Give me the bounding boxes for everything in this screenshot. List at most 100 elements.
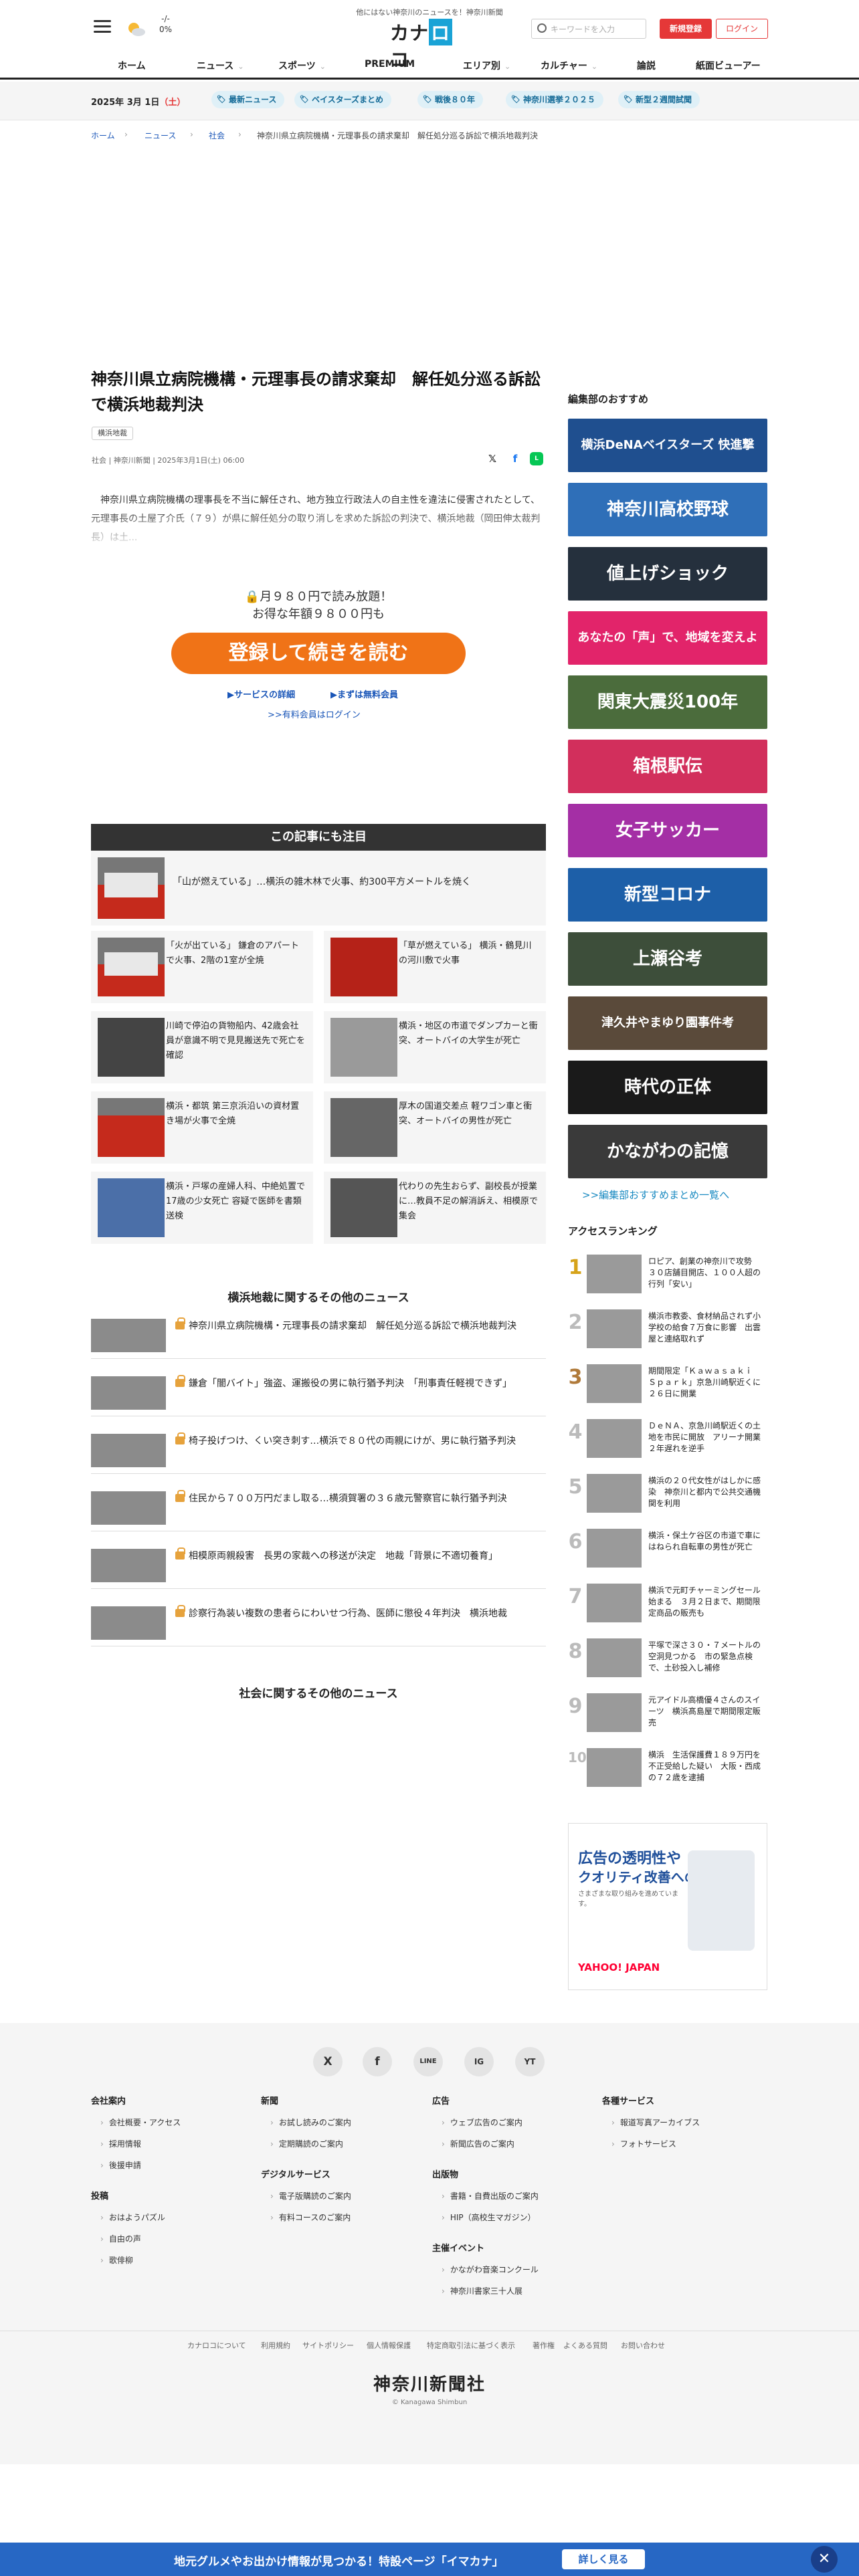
footer-link[interactable]: 電子版購読のご案内: [270, 2190, 351, 2202]
register-button[interactable]: 新規登録: [660, 19, 712, 39]
login-button[interactable]: ログイン: [716, 19, 768, 39]
footer-link[interactable]: 採用情報: [100, 2138, 141, 2149]
footer-link[interactable]: 新聞広告のご案内: [442, 2138, 514, 2149]
news-row[interactable]: 診察行為装い複数の患者らにわいせつ行為、医師に懲役４年判決 横浜地裁: [91, 1600, 546, 1646]
footer-link[interactable]: 定期購読のご案内: [270, 2138, 343, 2149]
x-share-icon[interactable]: 𝕏: [486, 452, 499, 465]
news-row[interactable]: 椅子投げつけ、くい突き刺す…横浜で８０代の両親にけが、男に執行猶予判決: [91, 1427, 546, 1474]
footer-link[interactable]: 神奈川書家三十人展: [442, 2285, 522, 2296]
service-detail-link[interactable]: ▶サービスの詳細: [227, 687, 295, 700]
facebook-share-icon[interactable]: f: [508, 452, 522, 465]
line-icon[interactable]: LINE: [413, 2047, 443, 2076]
ranking-item[interactable]: 1 ロピア、創業の神奈川で攻勢 ３０店舗目開店、１００人超の行列「安い」: [568, 1252, 767, 1300]
ranking-item[interactable]: 6 横浜・保土ケ谷区の市道で車にはねられ自転車の男性が死亡: [568, 1526, 767, 1574]
ranking-item[interactable]: 4 ＤｅＮＡ、京急川崎駅近くの土地を市民に開放 アリーナ開業２年遅れを逆手: [568, 1416, 767, 1465]
topic-pill[interactable]: ベイスターズまとめ: [294, 91, 392, 108]
editor-pick-banner[interactable]: かながわの記憶: [568, 1125, 767, 1178]
nav-sports[interactable]: スポーツ ⌄: [278, 59, 326, 72]
footer-link[interactable]: 自由の声: [100, 2233, 141, 2244]
free-member-link[interactable]: ▶まずは無料会員: [330, 687, 398, 700]
footer-link[interactable]: お試し読みのご案内: [270, 2117, 351, 2128]
attention-card[interactable]: 横浜・戸塚の産婦人科、中絶処置で17歳の少女死亡 容疑で医師を書類送検: [91, 1172, 313, 1244]
facebook-icon[interactable]: f: [363, 2047, 392, 2076]
nav-culture[interactable]: カルチャー ⌄: [541, 59, 597, 72]
footer-bottom-link[interactable]: カナロコについて: [187, 2340, 246, 2351]
ranking-item[interactable]: 5 横浜の２０代女性がはしかに感染 神奈川と都内で公共交通機関を利用: [568, 1471, 767, 1519]
footer-bottom-link[interactable]: サイトポリシー: [302, 2340, 354, 2351]
footer-link[interactable]: 会社概要・アクセス: [100, 2117, 181, 2128]
footer-link[interactable]: 報道写真アーカイブス: [611, 2117, 700, 2128]
footer-bottom-link[interactable]: よくある質問: [563, 2340, 607, 2351]
editor-pick-banner[interactable]: 時代の正体: [568, 1061, 767, 1114]
promo-detail-button[interactable]: 詳しく見る: [562, 2549, 645, 2569]
footer-bottom-link[interactable]: 利用規約: [261, 2340, 290, 2351]
attention-card[interactable]: 川崎で停泊の貨物船内、42歳会社員が意識不明で見見搬送先で死亡を確認: [91, 1011, 313, 1083]
paid-login-link[interactable]: >>有料会員はログイン: [268, 708, 361, 720]
breadcrumb-society[interactable]: 社会: [209, 130, 225, 141]
menu-icon[interactable]: [94, 20, 111, 33]
topic-pill[interactable]: 神奈川選挙２０２５: [506, 91, 604, 108]
editor-picks-more-link[interactable]: >>編集部おすすめまとめ一覧へ: [582, 1188, 729, 1202]
attention-card[interactable]: 横浜・地区の市道でダンプカーと衝突、オートバイの大学生が死亡: [324, 1011, 546, 1083]
footer-link[interactable]: かながわ音楽コンクール: [442, 2264, 539, 2275]
editor-pick-banner[interactable]: 関東大震災100年: [568, 675, 767, 729]
editor-pick-banner[interactable]: 値上げショック: [568, 547, 767, 601]
editor-pick-banner[interactable]: 神奈川高校野球: [568, 483, 767, 536]
ranking-item[interactable]: 2 横浜市教委、食材納品されず小学校の給食７万食に影響 出雲屋と連絡取れず: [568, 1307, 767, 1355]
editor-pick-banner[interactable]: 津久井やまゆり園事件考: [568, 996, 767, 1050]
nav-news[interactable]: ニュース ⌄: [197, 59, 244, 72]
footer-link[interactable]: 書籍・自費出版のご案内: [442, 2190, 539, 2202]
attention-card[interactable]: 厚木の国道交差点 軽ワゴン車と衝突、オートバイの男性が死亡: [324, 1091, 546, 1164]
editor-pick-banner[interactable]: 女子サッカー: [568, 804, 767, 857]
news-row[interactable]: 鎌倉「闇バイト」強盗、運搬役の男に執行猶予判決 「刑事責任軽視できず」: [91, 1370, 546, 1416]
ranking-item[interactable]: 9 元アイドル高橋優４さんのスイーツ 横浜髙島屋で期間限定販売: [568, 1691, 767, 1739]
ranking-item[interactable]: 7 横浜で元町チャーミングセール始まる ３月２日まで、期間限定商品の販売も: [568, 1581, 767, 1629]
nav-editorial[interactable]: 論説: [637, 59, 656, 72]
footer-bottom-link[interactable]: お問い合わせ: [621, 2340, 665, 2351]
ranking-item[interactable]: 3 期間限定「Ｋａｗａｓａｋｉ Ｓｐａｒｋ」京急川崎駅近くに２６日に開業: [568, 1362, 767, 1410]
news-row[interactable]: 神奈川県立病院機構・元理事長の請求棄却 解任処分巡る訴訟で横浜地裁判決: [91, 1312, 546, 1359]
topic-pill[interactable]: 戦後８０年: [417, 91, 484, 108]
news-row[interactable]: 住民から７００万円だまし取る…横須賀署の３６歳元警察官に執行猶予判決: [91, 1485, 546, 1531]
instagram-icon[interactable]: IG: [464, 2047, 494, 2076]
line-share-icon[interactable]: L: [530, 452, 543, 465]
close-icon[interactable]: ✕: [811, 2546, 838, 2573]
ad-banner[interactable]: 広告の透明性や クオリティ改善への さまざまな取り組みを進めています。 YAHO…: [568, 1823, 767, 1990]
editor-pick-banner[interactable]: 上瀬谷考: [568, 932, 767, 986]
footer-link[interactable]: フォトサービス: [611, 2138, 676, 2149]
nav-area[interactable]: エリア別 ⌄: [463, 59, 510, 72]
footer-link[interactable]: HIP（高校生マガジン）: [442, 2212, 536, 2223]
news-row[interactable]: 相模原両親殺害 長男の家裁への移送が決定 地裁「背景に不適切養育」: [91, 1542, 546, 1589]
nav-premium[interactable]: PREMIUM: [365, 59, 415, 70]
search-input[interactable]: キーワードを入力: [531, 19, 646, 39]
footer-bottom-link[interactable]: 著作権: [533, 2340, 555, 2351]
topic-pill[interactable]: 新型２週間試聞: [618, 91, 700, 108]
x-icon[interactable]: X: [313, 2047, 343, 2076]
site-logo[interactable]: カナ ロコ: [390, 19, 470, 71]
editor-pick-banner[interactable]: 箱根駅伝: [568, 740, 767, 793]
nav-viewer[interactable]: 紙面ビューアー: [696, 59, 761, 72]
footer-link[interactable]: ウェブ広告のご案内: [442, 2117, 522, 2128]
topic-pill[interactable]: 最新ニュース: [211, 91, 285, 108]
footer-bottom-link[interactable]: 個人情報保護: [367, 2340, 411, 2351]
attention-card[interactable]: 「火が出ている」 鎌倉のアパートで火事、2階の1室が全焼: [91, 931, 313, 1003]
nav-home[interactable]: ホーム: [118, 59, 146, 72]
register-cta-button[interactable]: 登録して続きを読む: [171, 633, 466, 674]
attention-card[interactable]: 代わりの先生おらず、副校長が授業に…教員不足の解消訴え、相模原で集会: [324, 1172, 546, 1244]
attention-card[interactable]: 横浜・都筑 第三京浜沿いの資材置き場が火事で全焼: [91, 1091, 313, 1164]
attention-card[interactable]: 「草が燃えている」 横浜・鶴見川の河川敷で火事: [324, 931, 546, 1003]
editor-pick-banner[interactable]: 新型コロナ: [568, 868, 767, 922]
attention-top-item[interactable]: 「山が燃えている」…横浜の雑木林で火事、約300平方メートルを焼く: [91, 851, 546, 926]
footer-link[interactable]: 歌俳柳: [100, 2254, 133, 2266]
footer-link[interactable]: 有料コースのご案内: [270, 2212, 351, 2223]
footer-bottom-link[interactable]: 特定商取引法に基づく表示: [427, 2340, 515, 2351]
tag-badge[interactable]: 横浜地裁: [92, 427, 133, 440]
footer-link[interactable]: おはようパズル: [100, 2212, 165, 2223]
youtube-icon[interactable]: YT: [515, 2047, 545, 2076]
ranking-item[interactable]: 10 横浜 生活保護費１８９万円を不正受給した疑い 大阪・西成の７２歳を逮捕: [568, 1745, 767, 1794]
editor-pick-banner[interactable]: 横浜DeNAベイスターズ 快進撃: [568, 419, 767, 472]
ranking-item[interactable]: 8 平塚で深さ３０・７メートルの空洞見つかる 市の緊急点検で、土砂投入し補修: [568, 1636, 767, 1684]
footer-link[interactable]: 後援申請: [100, 2159, 141, 2171]
breadcrumb-home[interactable]: ホーム: [91, 130, 115, 141]
breadcrumb-news[interactable]: ニュース: [145, 130, 176, 141]
